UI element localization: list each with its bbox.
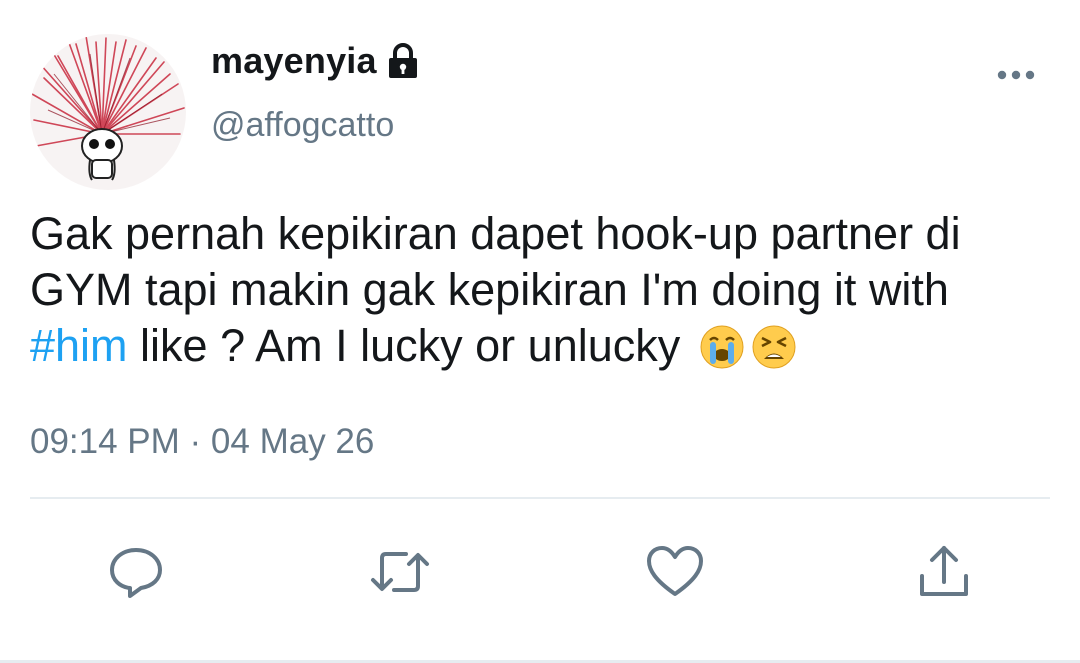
tweet-text: Gak pernah kepikiran dapet hook-up partn… xyxy=(30,206,1050,374)
more-options-icon[interactable] xyxy=(996,60,1036,90)
tweet-text-line-2: GYM tapi makin gak kepikiran I'm doing i… xyxy=(30,264,949,315)
tweet-timestamp[interactable]: 09:14 PM · 04 May 26 xyxy=(30,422,374,462)
avatar-image xyxy=(30,34,186,190)
display-name-text: mayenyia xyxy=(211,40,377,81)
display-name[interactable]: mayenyia xyxy=(211,40,420,82)
user-handle[interactable]: @affogcatto xyxy=(211,106,394,145)
reply-icon xyxy=(110,548,162,598)
avatar[interactable] xyxy=(30,34,186,190)
loudly-crying-face-emoji xyxy=(699,324,745,370)
like-button[interactable] xyxy=(643,540,707,604)
tweet-text-line-3-rest: like ? Am I lucky or unlucky xyxy=(127,320,693,371)
tweet-text-line-1: Gak pernah kepikiran dapet hook-up partn… xyxy=(30,208,961,259)
tired-face-emoji xyxy=(751,324,797,370)
retweet-icon xyxy=(371,552,429,592)
reply-button[interactable] xyxy=(104,540,168,604)
share-button[interactable] xyxy=(912,540,976,604)
tweet-text-line-3: #him like ? Am I lucky or unlucky xyxy=(30,318,1050,374)
lock-icon xyxy=(386,43,420,79)
like-icon xyxy=(647,546,703,596)
hashtag-link[interactable]: #him xyxy=(30,320,128,371)
divider xyxy=(30,497,1050,499)
tweet-card: mayenyia @affogcatto Gak pernah kepikira… xyxy=(0,0,1080,663)
share-icon xyxy=(920,546,968,596)
retweet-button[interactable] xyxy=(368,540,432,604)
